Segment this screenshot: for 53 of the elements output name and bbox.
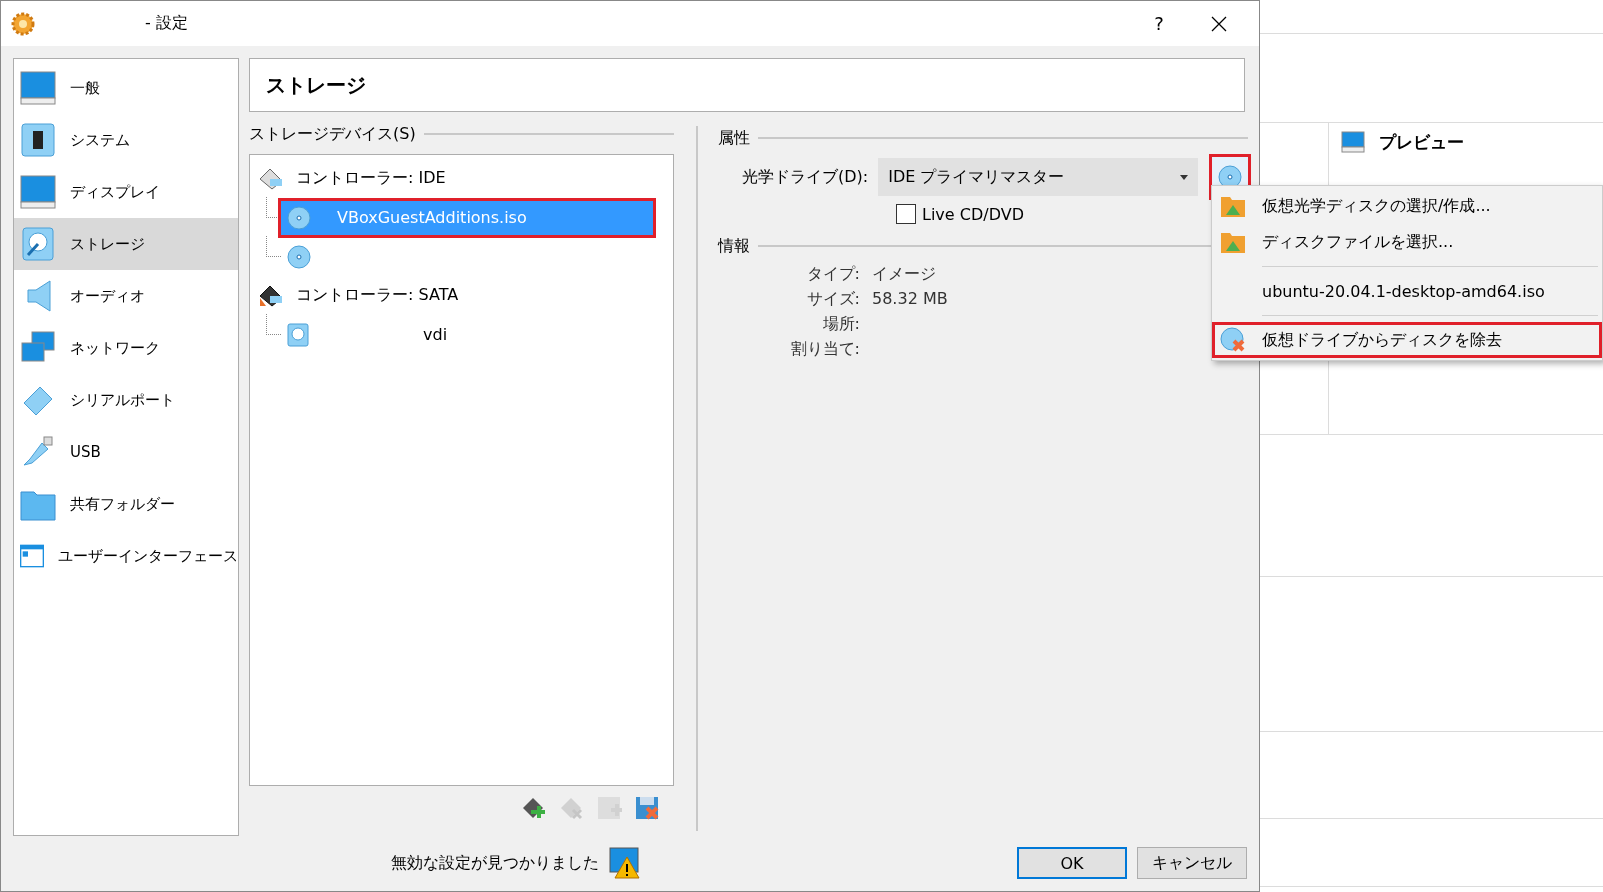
group-title: ストレージデバイス(S) bbox=[249, 123, 416, 145]
controller-icon bbox=[258, 283, 284, 308]
info-value: 58.32 MB bbox=[872, 289, 949, 310]
dialog-button[interactable]: OK bbox=[1017, 847, 1127, 879]
sidebar-item[interactable]: オーディオ bbox=[14, 270, 238, 322]
info-label: 場所: bbox=[821, 314, 860, 335]
network-icon bbox=[20, 331, 56, 365]
monitor-icon bbox=[1341, 131, 1365, 153]
info-value: イメージ bbox=[872, 264, 937, 285]
sidebar-item[interactable]: 一般 bbox=[14, 62, 238, 114]
sidebar-item[interactable]: システム bbox=[14, 114, 238, 166]
tree-line bbox=[266, 236, 281, 257]
remove-disc-icon bbox=[1220, 327, 1246, 353]
menu-item[interactable]: ubuntu-20.04.1-desktop-amd64.iso bbox=[1212, 273, 1602, 309]
window-title: - 設定 bbox=[145, 13, 189, 34]
field-label: 光学ドライブ(D): bbox=[742, 166, 869, 188]
warning-message: 無効な設定が見つかりました bbox=[391, 852, 599, 874]
sidebar-item[interactable]: ディスプレイ bbox=[14, 166, 238, 218]
tree-line bbox=[266, 314, 281, 335]
panel-title: プレビュー bbox=[1379, 131, 1464, 154]
sidebar-item[interactable]: ユーザーインターフェース bbox=[14, 530, 238, 582]
menu-item[interactable]: 仮想光学ディスクの選択/作成... bbox=[1212, 188, 1602, 224]
sidebar-item[interactable]: 共有フォルダー bbox=[14, 478, 238, 530]
group-title: 情報 bbox=[718, 235, 750, 257]
close-icon bbox=[1211, 15, 1227, 32]
tree-item[interactable]: vdi bbox=[281, 317, 448, 352]
sidebar-item[interactable]: ネットワーク bbox=[14, 322, 238, 374]
page-title: ストレージ bbox=[249, 58, 1246, 112]
help-button[interactable]: ? bbox=[1129, 1, 1189, 46]
info-label: タイプ: bbox=[805, 264, 860, 285]
info-label: サイズ: bbox=[805, 289, 860, 310]
tree-item[interactable]: コントローラー: IDE bbox=[258, 159, 665, 198]
gear-icon bbox=[11, 11, 35, 36]
sidebar-item[interactable]: ストレージ bbox=[14, 218, 238, 270]
controller-icon bbox=[258, 166, 284, 191]
drive-dropdown[interactable]: IDE プライマリマスター bbox=[878, 158, 1199, 196]
info-label: 割り当て: bbox=[789, 339, 860, 360]
warning-icon[interactable] bbox=[609, 847, 641, 879]
caret-icon bbox=[1180, 174, 1189, 180]
chip-icon bbox=[20, 123, 56, 157]
group-title: 属性 bbox=[718, 127, 750, 149]
menu-item[interactable]: 仮想ドライブからディスクを除去 bbox=[1212, 322, 1602, 358]
checkbox[interactable] bbox=[896, 204, 916, 224]
checkbox-label: Live CD/DVD bbox=[922, 204, 1024, 224]
monitor-icon bbox=[20, 71, 56, 105]
dialog-button[interactable]: キャンセル bbox=[1137, 847, 1247, 879]
optical-disc-icon bbox=[287, 244, 311, 269]
sidebar-item[interactable]: シリアルポート bbox=[14, 374, 238, 426]
optical-disc-icon bbox=[287, 205, 311, 230]
tree-item[interactable]: コントローラー: SATA bbox=[258, 276, 665, 315]
display-icon bbox=[20, 175, 56, 209]
sidebar-item[interactable]: USB bbox=[14, 426, 238, 478]
menu-item[interactable]: ディスクファイルを選択... bbox=[1212, 224, 1602, 260]
